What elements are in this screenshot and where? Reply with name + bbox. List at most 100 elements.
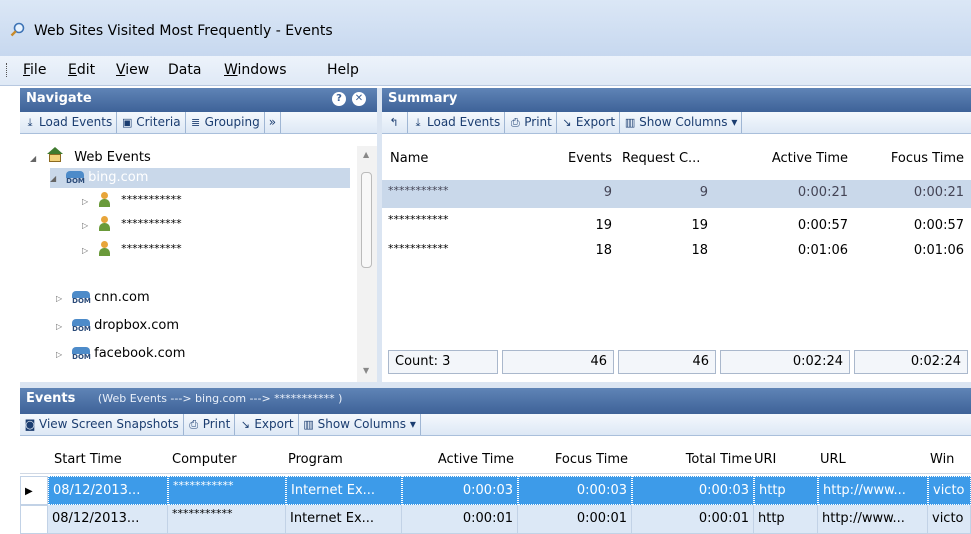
- cell-window: victo: [928, 505, 971, 534]
- camera-icon: ◙: [24, 418, 36, 431]
- scroll-up-icon[interactable]: ▲: [363, 150, 369, 159]
- cell-uri: http: [754, 505, 818, 534]
- expand-arrow-icon[interactable]: ▷: [82, 241, 94, 261]
- col-focus-time[interactable]: Focus Time: [520, 449, 628, 471]
- cell-total-time: 0:00:03: [632, 476, 754, 505]
- criteria-button[interactable]: ▣ Criteria: [117, 112, 186, 133]
- scroll-thumb[interactable]: [361, 172, 372, 268]
- col-start-time[interactable]: Start Time: [54, 449, 164, 471]
- load-events-button[interactable]: ⤓ Load Events: [20, 112, 118, 133]
- row-active-time: 0:00:21: [797, 185, 848, 200]
- summary-toolbar: ↰ ⤓ Load Events ⎙ Print ↘ Export ▥ Show Columns …: [382, 112, 971, 134]
- tree-root[interactable]: ◢ Web Events: [30, 147, 151, 167]
- summary-header: Summary: [382, 88, 971, 112]
- menu-bar: File Edit View Data Windows Help: [0, 56, 971, 86]
- col-uri[interactable]: URI: [754, 449, 794, 471]
- col-active-time[interactable]: Active Time: [400, 449, 514, 471]
- footer-requests: 46: [618, 350, 716, 374]
- summary-show-columns-button[interactable]: ▥ Show Columns ▾: [620, 112, 743, 133]
- col-name[interactable]: Name: [390, 148, 500, 170]
- cell-active-time: 0:00:01: [402, 505, 518, 534]
- grouping-button[interactable]: ≣ Grouping: [186, 112, 265, 133]
- expand-arrow-icon[interactable]: ▷: [56, 345, 68, 365]
- expand-arrow-icon[interactable]: ▷: [56, 317, 68, 337]
- col-events[interactable]: Events: [542, 148, 612, 170]
- tree-item-facebook[interactable]: ▷ DOM facebook.com: [56, 344, 185, 364]
- table-row[interactable]: ▶ 08/12/2013... *********** Internet Ex.…: [20, 476, 971, 505]
- col-computer[interactable]: Computer: [172, 449, 282, 471]
- col-program[interactable]: Program: [288, 449, 398, 471]
- vertical-splitter[interactable]: [377, 88, 382, 382]
- navigate-tree: ◢ Web Events ◢ DOM bing.com ▷ ***********…: [20, 146, 377, 382]
- table-row[interactable]: 08/12/2013... *********** Internet Ex...…: [20, 505, 971, 534]
- columns-icon: ▥: [624, 116, 636, 129]
- dom-icon: DOM: [72, 347, 91, 361]
- cell-active-time: 0:00:03: [402, 476, 518, 505]
- row-active-time: 0:01:06: [797, 243, 848, 258]
- row-events: 9: [603, 185, 612, 200]
- events-show-columns-button[interactable]: ▥ Show Columns ▾: [299, 414, 421, 435]
- expand-arrow-icon[interactable]: ▷: [82, 192, 94, 212]
- menu-file[interactable]: File: [23, 62, 46, 78]
- expand-arrow-icon[interactable]: ▷: [82, 216, 94, 236]
- col-total-time[interactable]: Total Time: [632, 449, 752, 471]
- summary-title: Summary: [388, 91, 458, 106]
- cell-url: http://www...: [818, 476, 928, 505]
- row-pointer-icon: ▶: [25, 486, 33, 497]
- back-button[interactable]: ↰: [384, 112, 408, 133]
- home-icon: [46, 147, 64, 163]
- cell-uri: http: [754, 476, 818, 505]
- summary-load-events-button[interactable]: ⤓ Load Events: [408, 112, 506, 133]
- tree-child-item[interactable]: ▷ ***********: [82, 215, 182, 235]
- row-active-time: 0:00:57: [797, 218, 848, 233]
- menu-help[interactable]: Help: [327, 62, 359, 78]
- summary-print-button[interactable]: ⎙ Print: [505, 112, 557, 133]
- row-events: 19: [595, 218, 612, 233]
- menu-data[interactable]: Data: [168, 62, 201, 78]
- menu-windows[interactable]: Windows: [224, 62, 287, 78]
- back-arrow-icon: ↰: [389, 116, 399, 129]
- collapse-arrow-icon[interactable]: ◢: [30, 149, 42, 169]
- col-focus-time[interactable]: Focus Time: [852, 148, 964, 170]
- dom-icon: DOM: [72, 319, 91, 333]
- cell-computer: ***********: [168, 505, 286, 534]
- tree-item-bing[interactable]: ◢ DOM bing.com: [50, 168, 350, 188]
- load-icon: ⤓: [415, 116, 421, 129]
- close-icon[interactable]: ✕: [352, 92, 366, 106]
- title-bar: Web Sites Visited Most Frequently - Even…: [0, 0, 971, 56]
- navigate-toolbar: ⤓ Load Events ▣ Criteria ≣ Grouping»: [20, 112, 377, 134]
- tree-child-item[interactable]: ▷ ***********: [82, 240, 182, 260]
- events-header: Events (Web Events ---> bing.com ---> **…: [20, 388, 971, 414]
- menu-view[interactable]: View: [116, 62, 149, 78]
- collapse-arrow-icon[interactable]: ◢: [50, 169, 62, 189]
- events-grid-header: Start Time Computer Program Active Time …: [20, 446, 971, 474]
- tree-child-item[interactable]: ▷ ***********: [82, 191, 182, 211]
- more-button[interactable]: »: [265, 112, 282, 133]
- scroll-down-icon[interactable]: ▼: [363, 366, 369, 375]
- print-icon: ⎙: [510, 116, 520, 129]
- row-name: ***********: [388, 184, 449, 197]
- view-snapshots-button[interactable]: ◙ View Screen Snapshots: [20, 414, 184, 435]
- cell-computer: ***********: [168, 476, 286, 505]
- tree-item-dropbox[interactable]: ▷ DOM dropbox.com: [56, 316, 179, 336]
- events-path: (Web Events ---> bing.com ---> *********…: [97, 392, 343, 405]
- columns-icon: ▥: [303, 418, 314, 431]
- row-selector[interactable]: [20, 505, 48, 534]
- row-selector[interactable]: ▶: [20, 476, 48, 505]
- user-icon: [98, 216, 111, 231]
- load-icon: ⤓: [27, 116, 33, 129]
- menu-edit[interactable]: Edit: [68, 62, 95, 78]
- user-icon: [98, 192, 111, 207]
- col-active-time[interactable]: Active Time: [742, 148, 848, 170]
- events-print-button[interactable]: ⎙ Print: [184, 414, 236, 435]
- col-request-count[interactable]: Request C...: [622, 148, 722, 170]
- events-export-button[interactable]: ↘ Export: [235, 414, 299, 435]
- summary-export-button[interactable]: ↘ Export: [557, 112, 621, 133]
- col-window[interactable]: Win: [930, 449, 971, 471]
- expand-arrow-icon[interactable]: ▷: [56, 289, 68, 309]
- tree-item-cnn[interactable]: ▷ DOM cnn.com: [56, 288, 150, 308]
- export-icon: ↘: [240, 418, 250, 431]
- help-icon[interactable]: ?: [332, 92, 346, 106]
- tree-scrollbar[interactable]: ▲ ▼: [357, 146, 377, 382]
- col-url[interactable]: URL: [820, 449, 920, 471]
